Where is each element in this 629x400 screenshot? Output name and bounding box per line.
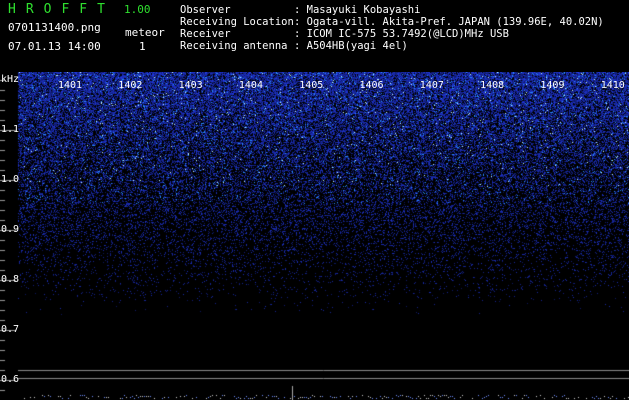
y-tick-label: 0.6 (1, 374, 20, 385)
station-info: Observer : Masayuki Kobayashi Receiving … (180, 4, 604, 52)
app-title: HROFFT (8, 2, 115, 17)
info-value: : Ogata-vill. Akita-Pref. JAPAN (139.96E… (294, 16, 604, 28)
spectrogram-area (0, 72, 629, 400)
header-panel: HROFFT 1.00 0701131400.png meteor 07.01.… (0, 0, 629, 60)
app-version: 1.00 (124, 3, 151, 16)
x-tick-label: 1410 (600, 80, 625, 91)
info-key: Receiving Location (180, 16, 294, 28)
y-tick-label: 0.9 (1, 224, 20, 235)
datetime: 07.01.13 14:00 (8, 40, 101, 53)
meteor-label: meteor (125, 26, 165, 39)
y-tick-label: 0.7 (1, 324, 20, 335)
info-row-location: Receiving Location : Ogata-vill. Akita-P… (180, 16, 604, 28)
x-tick-label: 1406 (359, 80, 384, 91)
x-tick-label: 1408 (480, 80, 505, 91)
y-tick-label: 0.8 (1, 274, 20, 285)
x-tick-label: 1402 (118, 80, 143, 91)
info-row-observer: Observer : Masayuki Kobayashi (180, 4, 604, 16)
info-key: Receiver (180, 28, 231, 40)
file-name: 0701131400.png (8, 21, 101, 34)
axis-unit-label: kHz (1, 74, 20, 85)
spectrogram-canvas (0, 72, 629, 400)
meteor-count: 1 (139, 40, 146, 53)
y-tick-label: 1.0 (1, 174, 20, 185)
x-tick-label: 1409 (540, 80, 565, 91)
info-value: : Masayuki Kobayashi (294, 4, 421, 16)
y-tick-label: 1.1 (1, 124, 20, 135)
x-tick-label: 1407 (419, 80, 444, 91)
info-key: Receiving antenna (180, 40, 288, 52)
x-tick-label: 1405 (299, 80, 324, 91)
info-row-antenna: Receiving antenna : A504HB(yagi 4el) (180, 40, 604, 52)
info-row-receiver: Receiver : ICOM IC-575 53.7492(@LCD)MHz … (180, 28, 604, 40)
x-tick-label: 1403 (178, 80, 203, 91)
info-value: : ICOM IC-575 53.7492(@LCD)MHz USB (294, 28, 509, 40)
info-value: : A504HB(yagi 4el) (294, 40, 408, 52)
x-tick-label: 1401 (58, 80, 83, 91)
info-key: Observer (180, 4, 231, 16)
x-tick-label: 1404 (238, 80, 263, 91)
